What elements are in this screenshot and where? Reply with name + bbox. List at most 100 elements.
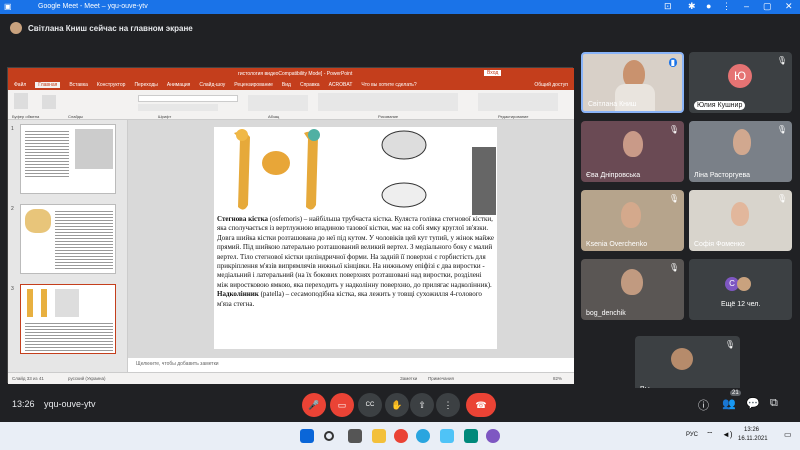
new-slide-icon[interactable]	[42, 95, 56, 109]
tab-insert[interactable]: Вставка	[69, 82, 88, 88]
zoom-level[interactable]: 82%	[553, 376, 562, 381]
participant-tile[interactable]: 🎙 Єва Дніпровська	[581, 121, 684, 182]
camera-toggle-button[interactable]: ▭	[330, 393, 354, 417]
account-icon[interactable]: ●	[706, 1, 711, 11]
editing-buttons[interactable]	[478, 93, 558, 111]
tab-view[interactable]: Вид	[282, 82, 291, 88]
font-format-buttons[interactable]	[138, 104, 218, 111]
muted-mic-icon: 🎙	[724, 340, 735, 349]
slide[interactable]: Стегнова кістка (osfemoris) – найбільша …	[214, 127, 497, 349]
meet-app-icon[interactable]	[464, 429, 478, 443]
tab-animation[interactable]: Анимация	[167, 82, 190, 88]
notes-placeholder: Щелкните, чтобы добавить заметки	[136, 361, 219, 367]
slide-term-patella: Надколінник	[217, 290, 259, 299]
slide-thumbnail[interactable]	[20, 124, 116, 194]
hand-icon: ✋	[391, 399, 403, 410]
slide-thumbnail[interactable]	[20, 204, 116, 274]
meeting-time: 13:26	[12, 399, 35, 409]
mic-toggle-button[interactable]: 🎤	[302, 393, 326, 417]
more-participants-tile[interactable]: С Ещё 12 чел.	[689, 259, 792, 320]
maximize-button[interactable]: ▢	[763, 1, 772, 12]
ppt-statusbar: Слайд 33 из 41 русский (Украина) Заметки…	[8, 372, 574, 384]
thumb-image	[25, 209, 51, 233]
start-icon[interactable]	[300, 429, 314, 443]
chrome-icon[interactable]	[394, 429, 408, 443]
captions-button[interactable]: CC	[358, 393, 382, 417]
tab-review[interactable]: Рецензирование	[234, 82, 273, 88]
app-icon[interactable]	[440, 429, 454, 443]
task-view-icon[interactable]	[348, 429, 362, 443]
self-tile[interactable]: 🎙 Вы	[635, 336, 740, 396]
tab-help[interactable]: Справка	[300, 82, 320, 88]
tab-file[interactable]: Файл	[14, 82, 26, 88]
speaking-indicator-icon: ▮	[668, 58, 677, 67]
tab-design[interactable]: Конструктор	[97, 82, 126, 88]
minimize-button[interactable]: –	[744, 1, 749, 11]
slide-body: Стегнова кістка (osfemoris) – найбільша …	[217, 215, 494, 309]
muted-mic-icon: 🎙	[668, 125, 679, 134]
tab-acrobat[interactable]: ACROBAT	[329, 82, 353, 88]
participant-video	[621, 202, 641, 228]
windows-taskbar: РУС ⌔ ◄) 13:26 16.11.2021 ▭	[0, 422, 800, 450]
mic-off-icon: 🎤	[308, 399, 320, 410]
participant-tile[interactable]: 🎙 bog_denchik	[581, 259, 684, 320]
paragraph-buttons[interactable]	[248, 95, 308, 111]
tell-me-search[interactable]: Что вы хотите сделать?	[361, 82, 416, 88]
participant-name: Ещё 12 чел.	[721, 301, 761, 308]
extensions-icon[interactable]: ✱	[688, 1, 696, 12]
shared-screen: гистология видеоCompatibility Mode] - Po…	[7, 67, 574, 384]
participant-tile[interactable]: 🎙 Ліна Расторгуева	[689, 121, 792, 182]
muted-mic-icon: 🎙	[668, 263, 679, 272]
paste-icon[interactable]	[14, 93, 28, 109]
menu-icon[interactable]: ⋮	[722, 1, 731, 12]
participant-name: Єва Дніпровська	[586, 172, 641, 179]
leave-call-button[interactable]: ☎	[466, 393, 496, 417]
activities-icon[interactable]: ⧉	[770, 397, 778, 410]
close-button[interactable]: ✕	[785, 1, 793, 12]
more-options-button[interactable]: ⋮	[436, 393, 460, 417]
info-icon[interactable]: ⓘ	[698, 397, 709, 413]
file-explorer-icon[interactable]	[372, 429, 386, 443]
telegram-icon[interactable]	[416, 429, 430, 443]
meet-area: Світлана Книш сейчас на главном экране г…	[0, 14, 800, 422]
present-button[interactable]: ⇧	[410, 393, 434, 417]
notifications-icon[interactable]: ▭	[784, 430, 792, 439]
thumb-text	[55, 209, 113, 269]
viber-icon[interactable]	[486, 429, 500, 443]
participant-name: Світлана Книш	[588, 101, 637, 108]
tab-transitions[interactable]: Переходы	[134, 82, 157, 88]
volume-icon[interactable]: ◄)	[722, 430, 733, 439]
avatar	[671, 348, 693, 370]
notes-toggle[interactable]: Заметки	[400, 376, 417, 381]
wifi-icon[interactable]: ⌔	[706, 430, 714, 440]
slide-text-femur: (osfemoris) – найбільша трубчаста кістка…	[217, 215, 494, 289]
font-selector[interactable]	[138, 95, 238, 102]
avatar	[737, 277, 751, 291]
raise-hand-button[interactable]: ✋	[385, 393, 409, 417]
clock-time[interactable]: 13:26	[744, 427, 759, 433]
participant-tile[interactable]: 🎙 Ksenia Overchenko	[581, 190, 684, 251]
search-icon[interactable]	[324, 431, 334, 441]
camera-off-icon: ▭	[337, 399, 347, 410]
tab-slideshow[interactable]: Слайд-шоу	[199, 82, 225, 88]
drawing-gallery[interactable]	[318, 93, 458, 111]
slide-counter: Слайд 33 из 41	[12, 376, 44, 381]
tab-home[interactable]: Главная	[35, 82, 61, 88]
muted-mic-icon: 🎙	[776, 56, 787, 65]
participant-name: Ksenia Overchenko	[586, 241, 648, 248]
participant-tile[interactable]: 🎙 Софія Фоменко	[689, 190, 792, 251]
keyboard-language[interactable]: РУС	[686, 432, 698, 438]
notes-pane[interactable]: Щелкните, чтобы добавить заметки	[128, 358, 574, 372]
chat-icon[interactable]: 💬	[746, 397, 760, 410]
cast-icon[interactable]: ⊡	[664, 1, 672, 12]
share-button[interactable]: Общий доступ	[534, 82, 568, 88]
comments-toggle[interactable]: Примечания	[428, 376, 454, 381]
participant-tile[interactable]: ▮ Світлана Книш	[581, 52, 684, 113]
participant-tile[interactable]: Ю 🎙 Юлия Кушнир	[689, 52, 792, 113]
browser-titlebar: ▣ Google Meet - Meet – yqu-ouve-ytv ⊡ ✱ …	[0, 0, 800, 14]
sign-in-button[interactable]: Вход	[484, 70, 502, 76]
clock-date[interactable]: 16.11.2021	[738, 436, 768, 442]
slide-thumbnail-selected[interactable]	[20, 284, 116, 354]
people-icon[interactable]: 👥	[722, 397, 736, 410]
meeting-controls: 13:26 yqu-ouve-ytv 🎤 ▭ CC ✋ ⇧ ⋮ ☎ ⓘ 👥 21…	[0, 388, 800, 422]
